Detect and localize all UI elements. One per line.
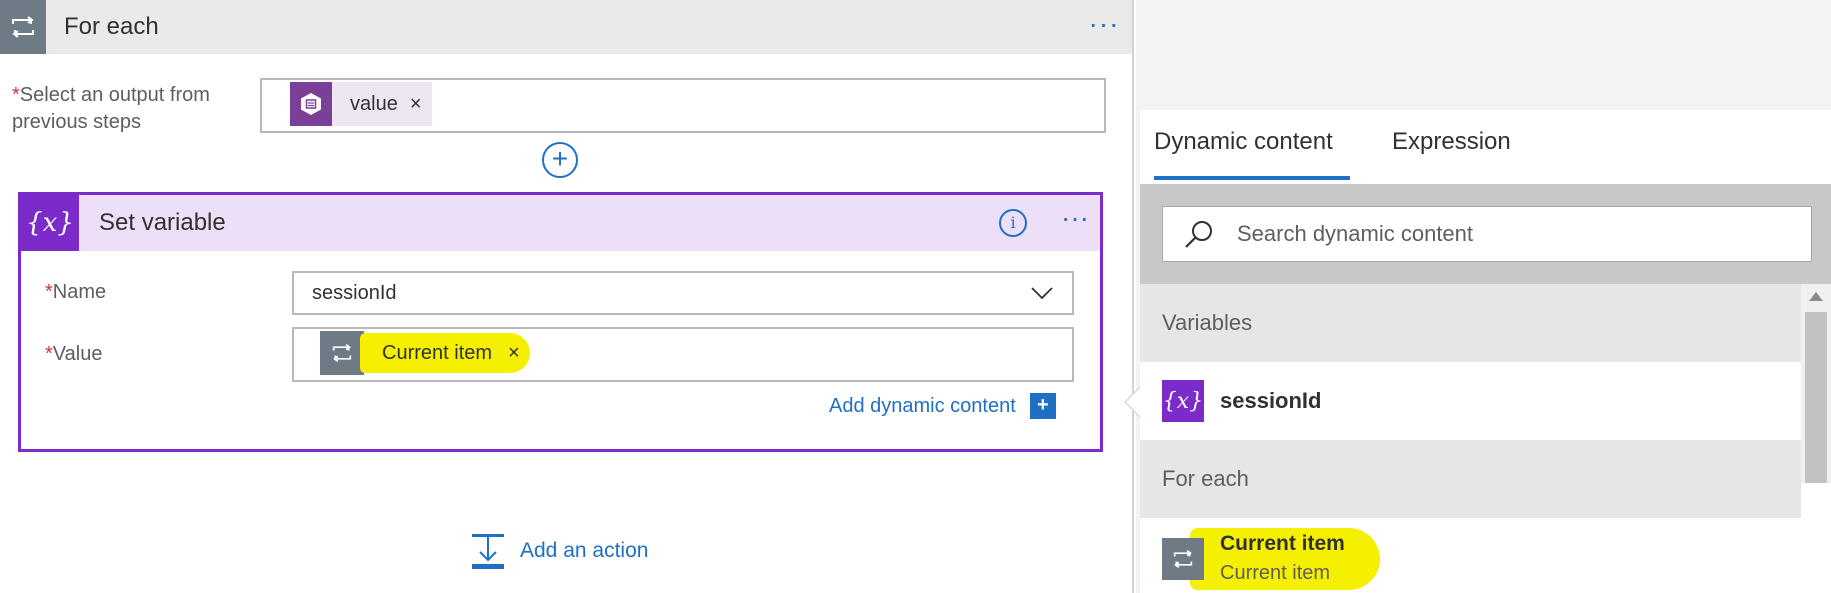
value-token[interactable]: value × xyxy=(290,82,432,126)
value-token-remove-icon[interactable]: × xyxy=(406,93,432,116)
value-label: *Value xyxy=(45,343,102,366)
tab-dynamic-content[interactable]: Dynamic content xyxy=(1154,128,1333,156)
chevron-down-icon xyxy=(1031,287,1053,300)
loop-icon xyxy=(1162,538,1204,580)
foreach-more-button[interactable]: ··· xyxy=(1086,10,1122,44)
designer-canvas: For each ··· *Select an output from prev… xyxy=(0,0,1134,593)
scrollbar[interactable] xyxy=(1801,284,1831,483)
add-dynamic-content-label: Add dynamic content xyxy=(829,394,1016,417)
add-dynamic-content-plus-icon: + xyxy=(1029,393,1056,419)
current-item-token-label: Current item xyxy=(382,341,493,364)
tab-expression[interactable]: Expression xyxy=(1392,128,1511,156)
loop-icon xyxy=(320,331,364,375)
name-dropdown[interactable]: sessionId xyxy=(292,271,1074,315)
value-token-label: value xyxy=(350,92,398,115)
insert-step-button[interactable]: + xyxy=(542,142,578,178)
required-mark: * xyxy=(45,343,53,365)
set-variable-title: Set variable xyxy=(99,209,226,236)
add-an-action-label: Add an action xyxy=(520,539,649,562)
section-header-variables-label: Variables xyxy=(1162,310,1253,335)
foreach-title: For each xyxy=(64,13,159,40)
dynamic-item-sessionid-title: sessionId xyxy=(1220,388,1322,413)
current-item-token-remove-icon[interactable]: × xyxy=(504,342,530,365)
dynamic-item-sessionid[interactable]: {x} sessionId xyxy=(1140,362,1801,440)
select-output-label-text: Select an output from previous steps xyxy=(12,84,210,133)
set-variable-header[interactable]: {x} Set variable i ··· xyxy=(21,195,1100,251)
add-action-icon xyxy=(472,534,504,569)
search-area: Search dynamic content xyxy=(1140,184,1831,284)
active-tab-indicator xyxy=(1154,176,1350,180)
section-header-variables: Variables xyxy=(1140,284,1801,362)
section-header-for-each: For each xyxy=(1140,440,1801,518)
parse-json-icon xyxy=(290,82,332,126)
search-placeholder: Search dynamic content xyxy=(1237,221,1474,246)
select-output-label: *Select an output from previous steps xyxy=(12,82,242,136)
value-label-text: Value xyxy=(52,343,103,365)
add-dynamic-content-link[interactable]: Add dynamic content + xyxy=(829,391,1056,421)
name-dropdown-value: sessionId xyxy=(312,282,397,304)
select-output-input[interactable]: value × xyxy=(260,78,1106,133)
add-an-action-button[interactable]: Add an action xyxy=(470,532,648,570)
dynamic-content-flyout: Dynamic content Expression Search dynami… xyxy=(1140,0,1831,593)
highlight-marker: Current item × xyxy=(360,333,530,373)
scrollbar-thumb[interactable] xyxy=(1805,312,1827,483)
loop-icon xyxy=(0,0,46,54)
foreach-header[interactable]: For each ··· xyxy=(0,0,1132,54)
variable-icon: {x} xyxy=(21,195,79,251)
variable-icon: {x} xyxy=(1162,380,1204,422)
required-mark: * xyxy=(45,281,53,303)
dynamic-item-current-item-title: Current item xyxy=(1220,532,1345,555)
info-icon[interactable]: i xyxy=(999,209,1027,237)
flyout-caret xyxy=(1126,388,1140,416)
set-variable-more-button[interactable]: ··· xyxy=(1057,204,1093,237)
search-icon xyxy=(1185,221,1212,248)
required-mark: * xyxy=(12,84,20,106)
search-input[interactable]: Search dynamic content xyxy=(1162,206,1812,262)
set-variable-card: {x} Set variable i ··· *Name sessionId *… xyxy=(18,192,1103,452)
value-input[interactable]: Current item × xyxy=(292,327,1074,382)
section-header-for-each-label: For each xyxy=(1162,466,1249,491)
dynamic-item-current-item[interactable]: Current item Current item xyxy=(1140,518,1801,593)
name-label-text: Name xyxy=(52,281,107,303)
scroll-up-arrow-icon[interactable] xyxy=(1809,292,1823,301)
dynamic-item-current-item-subtitle: Current item xyxy=(1220,562,1331,584)
current-item-token[interactable]: Current item × xyxy=(320,331,530,375)
name-label: *Name xyxy=(45,281,106,304)
